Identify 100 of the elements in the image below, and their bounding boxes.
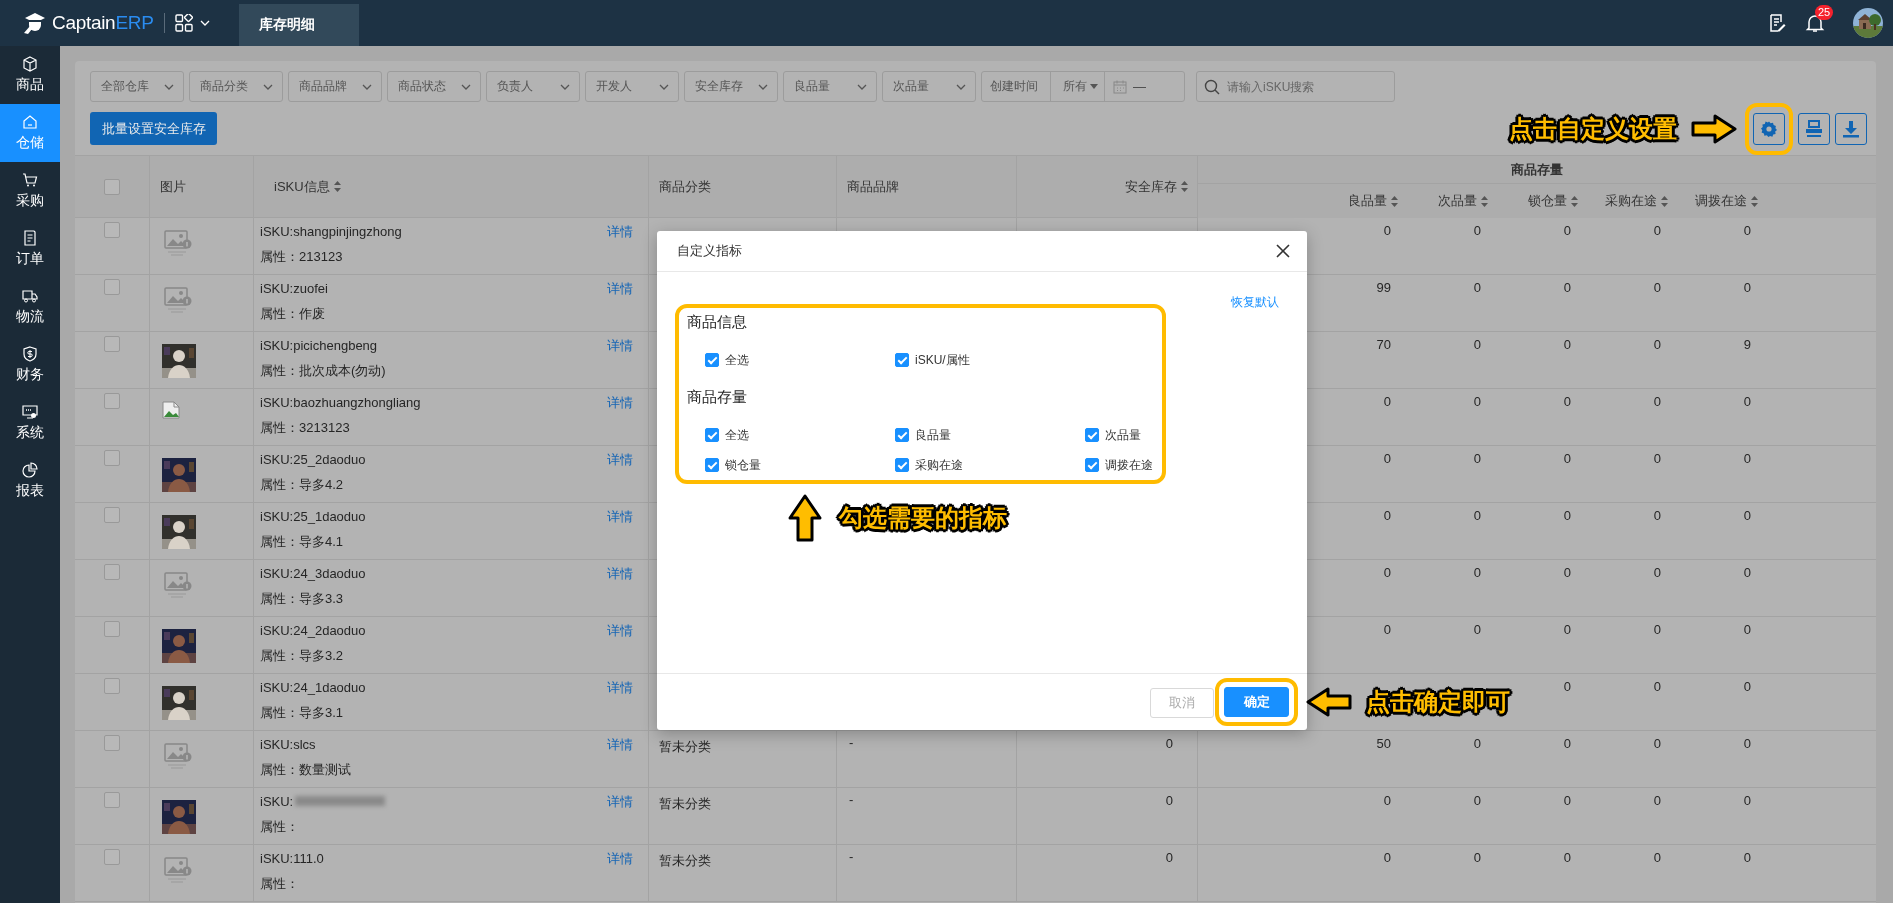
details-link[interactable]: 详情 xyxy=(607,337,633,353)
page-tab[interactable]: 库存明细 xyxy=(238,4,359,46)
sort-icon[interactable] xyxy=(1180,180,1189,193)
stock-value: 0 xyxy=(1563,394,1571,409)
settings-button[interactable] xyxy=(1753,112,1785,145)
checkbox[interactable] xyxy=(104,621,120,637)
confirm-button[interactable]: 确定 xyxy=(1224,687,1289,717)
details-link[interactable]: 详情 xyxy=(607,622,633,638)
sort-icon[interactable] xyxy=(1570,194,1579,208)
house-icon xyxy=(22,114,38,130)
checkbox-option[interactable]: 全选 xyxy=(705,425,749,445)
checkbox[interactable] xyxy=(104,336,120,352)
column-header[interactable]: 次品量 xyxy=(1438,192,1477,210)
search-icon xyxy=(1204,79,1220,95)
checkbox-option[interactable]: iSKU/属性 xyxy=(895,350,970,370)
sidebar-item[interactable]: 系统 xyxy=(0,394,60,452)
sku-code: iSKU:slcs xyxy=(260,736,316,752)
checkbox-option[interactable]: 良品量 xyxy=(895,425,951,445)
reset-default-link[interactable]: 恢复默认 xyxy=(1231,294,1279,311)
sidebar-item[interactable]: 商品 xyxy=(0,46,60,104)
batch-safety-stock-button[interactable]: 批量设置安全库存 xyxy=(90,112,217,145)
checkbox[interactable] xyxy=(104,393,120,409)
sort-icon[interactable] xyxy=(1390,194,1399,208)
print-button[interactable] xyxy=(1798,112,1830,145)
search-field[interactable]: 请输入iSKU搜索 xyxy=(1196,71,1395,102)
checkbox[interactable] xyxy=(104,849,120,865)
sku-attribute: 属性：导多4.1 xyxy=(260,533,345,551)
details-link[interactable]: 详情 xyxy=(607,223,633,239)
checkbox[interactable] xyxy=(104,507,120,523)
stock-value: 0 xyxy=(1743,850,1751,865)
annotation-text: 勾选需要的指标 xyxy=(839,503,1007,533)
stock-value: 0 xyxy=(1563,679,1571,694)
sidebar-item[interactable]: 物流 xyxy=(0,278,60,336)
stock-value: 99 xyxy=(1376,280,1391,295)
checkbox[interactable] xyxy=(104,178,120,195)
download-button[interactable] xyxy=(1835,112,1867,145)
column-header[interactable]: 锁仓量 xyxy=(1528,192,1567,210)
sidebar-item[interactable]: 订单 xyxy=(0,220,60,278)
date-range-field[interactable]: — xyxy=(1105,72,1154,101)
close-icon[interactable] xyxy=(1276,244,1290,258)
sort-icon[interactable] xyxy=(1660,194,1669,208)
stock-value: 0 xyxy=(1743,622,1751,637)
details-link[interactable]: 详情 xyxy=(607,793,633,809)
checkbox[interactable] xyxy=(104,678,120,694)
filter-select[interactable]: 次品量 xyxy=(882,71,976,102)
filter-select[interactable]: 全部仓库 xyxy=(90,71,184,102)
stock-value: 0 xyxy=(1563,622,1571,637)
checkbox[interactable] xyxy=(104,735,120,751)
stock-value: 0 xyxy=(1743,508,1751,523)
sku-code: iSKU:25_1daoduo xyxy=(260,508,366,524)
details-link[interactable]: 详情 xyxy=(607,679,633,695)
sidebar-item[interactable]: 报表 xyxy=(0,452,60,510)
filter-select[interactable]: 商品分类 xyxy=(189,71,283,102)
sort-icon[interactable] xyxy=(1480,194,1489,208)
checkbox[interactable] xyxy=(104,279,120,295)
range-dropdown[interactable]: 所有 xyxy=(1051,72,1105,101)
details-link[interactable]: 详情 xyxy=(607,280,633,296)
sidebar-item[interactable]: 采购 xyxy=(0,162,60,220)
checkbox-option[interactable]: 调拨在途 xyxy=(1085,455,1153,475)
details-link[interactable]: 详情 xyxy=(607,451,633,467)
apps-icon[interactable] xyxy=(174,14,193,32)
details-link[interactable]: 详情 xyxy=(607,565,633,581)
dialog-title: 自定义指标 xyxy=(677,242,742,260)
filter-select[interactable]: 安全库存 xyxy=(684,71,778,102)
sku-attribute: 属性：导多3.1 xyxy=(260,704,345,722)
stock-value: 0 xyxy=(1653,850,1661,865)
column-header[interactable]: iSKU信息 xyxy=(274,177,330,196)
details-link[interactable]: 详情 xyxy=(607,736,633,752)
filter-select[interactable]: 开发人 xyxy=(585,71,679,102)
column-header[interactable]: 采购在途 xyxy=(1605,192,1657,210)
filter-select[interactable]: 良品量 xyxy=(783,71,877,102)
checkbox[interactable] xyxy=(104,450,120,466)
column-header[interactable]: 调拨在途 xyxy=(1695,192,1747,210)
column-header[interactable]: 安全库存 xyxy=(1125,177,1177,196)
checkbox[interactable] xyxy=(104,222,120,238)
sidebar-item[interactable]: 财务 xyxy=(0,336,60,394)
stock-value: 0 xyxy=(1473,565,1481,580)
details-link[interactable]: 详情 xyxy=(607,508,633,524)
checkbox[interactable] xyxy=(104,564,120,580)
filter-select[interactable]: 商品品牌 xyxy=(288,71,382,102)
column-header[interactable]: 良品量 xyxy=(1348,192,1387,210)
sku-code: iSKU: xyxy=(260,793,294,809)
filter-select[interactable]: 商品状态 xyxy=(387,71,481,102)
checkbox[interactable] xyxy=(104,792,120,808)
sort-icon[interactable] xyxy=(1750,194,1759,208)
checkbox-option[interactable]: 锁仓量 xyxy=(705,455,761,475)
details-link[interactable]: 详情 xyxy=(607,850,633,866)
checkbox-option[interactable]: 采购在途 xyxy=(895,455,963,475)
filter-select[interactable]: 负责人 xyxy=(486,71,580,102)
sidebar-item[interactable]: 仓储 xyxy=(0,104,60,162)
stock-value: 0 xyxy=(1563,793,1571,808)
details-link[interactable]: 详情 xyxy=(607,394,633,410)
checkbox-option[interactable]: 次品量 xyxy=(1085,425,1141,445)
cancel-button[interactable]: 取消 xyxy=(1150,688,1214,718)
note-edit-icon[interactable] xyxy=(1767,13,1787,33)
sort-icon[interactable] xyxy=(332,180,342,193)
stock-value: 0 xyxy=(1653,793,1661,808)
checkbox-option[interactable]: 全选 xyxy=(705,350,749,370)
sku-attribute: 属性：导多3.2 xyxy=(260,647,345,665)
date-filter-label: 创建时间 xyxy=(982,72,1051,101)
